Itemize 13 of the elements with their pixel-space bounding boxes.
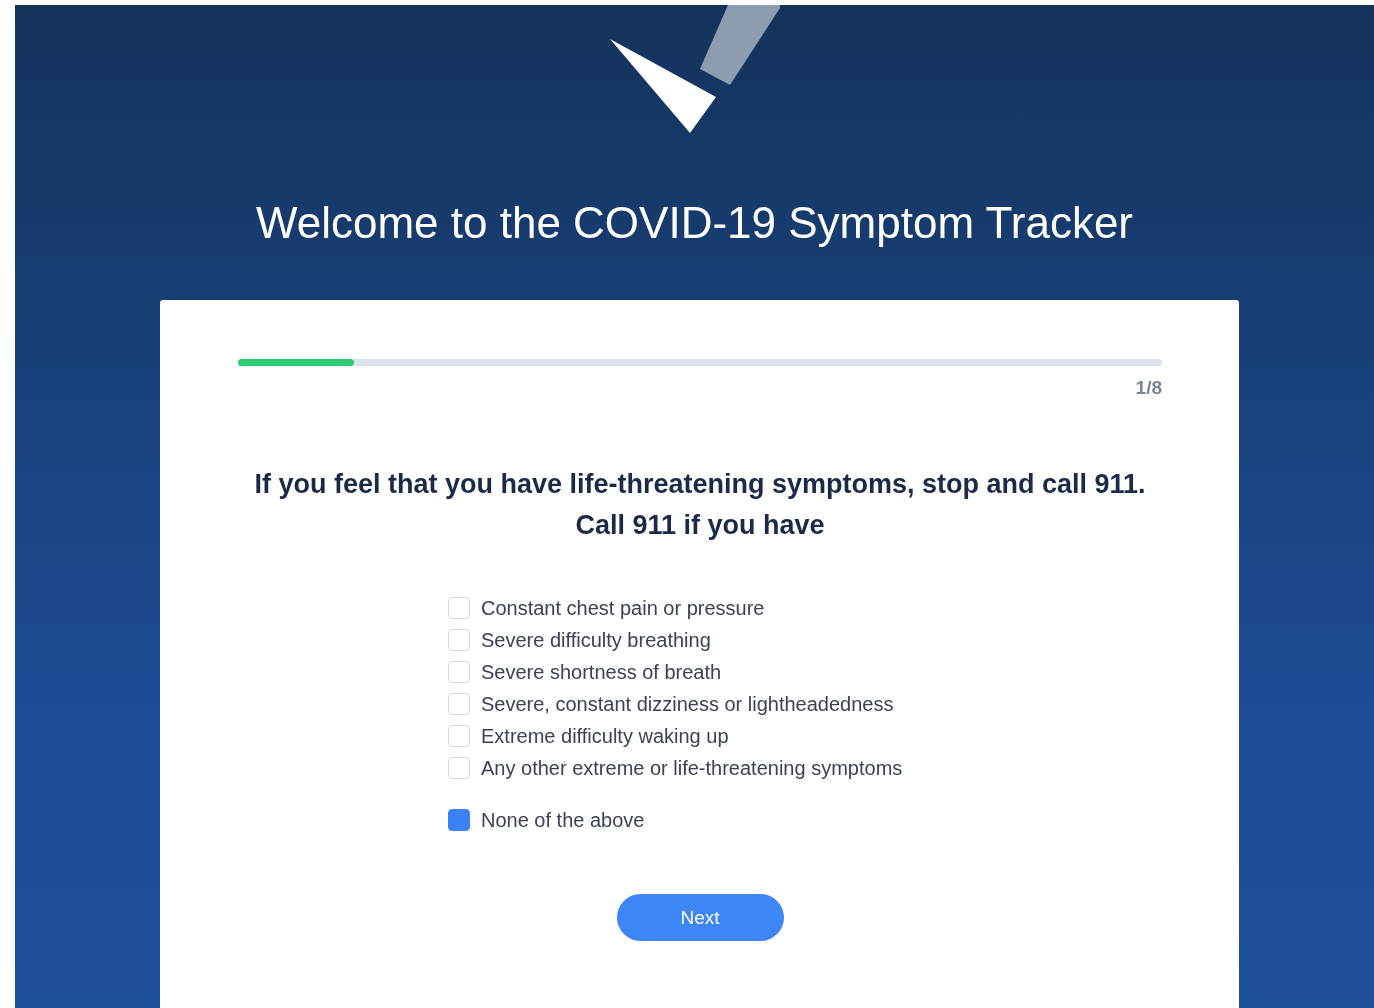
page-title: Welcome to the COVID-19 Symptom Tracker: [255, 197, 1134, 249]
logo-icon: [609, 5, 780, 133]
checkbox[interactable]: [448, 809, 470, 832]
option-label[interactable]: Extreme difficulty waking up: [481, 720, 729, 753]
step-counter: 1/8: [1134, 375, 1162, 400]
option-label[interactable]: Any other extreme or life-threatening symptoms: [481, 752, 903, 785]
next-button[interactable]: Next: [616, 894, 784, 942]
option-label[interactable]: Severe, constant dizziness or lightheadedness: [481, 688, 894, 721]
question-text: If you feel that you have life-threatening symptoms, stop and call 911. Call 911 if you have: [253, 468, 1147, 543]
option-label[interactable]: Severe shortness of breath: [481, 656, 722, 689]
option-label[interactable]: None of the above: [481, 804, 645, 837]
option-label[interactable]: Severe difficulty breathing: [481, 624, 711, 657]
option-label[interactable]: Constant chest pain or pressure: [481, 592, 765, 625]
